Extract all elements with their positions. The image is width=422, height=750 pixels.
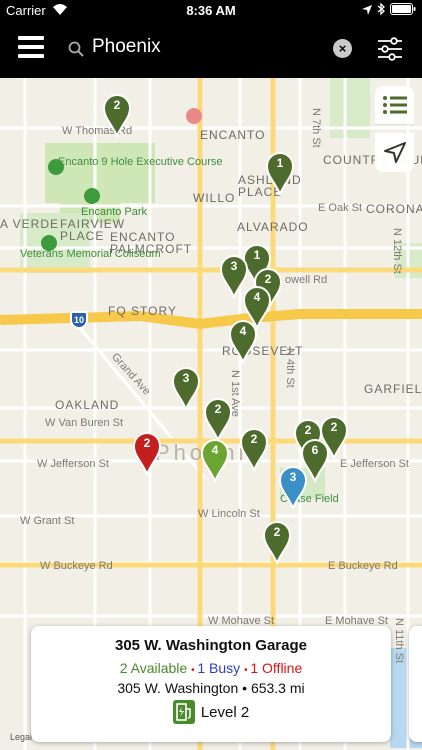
street-label-n-7th-st: N 7th St xyxy=(310,108,322,148)
interstate-10-shield-icon: 10 xyxy=(70,311,88,329)
available-count: 2 Available xyxy=(119,660,188,676)
status-bar: Carrier 8:36 AM xyxy=(0,0,422,22)
station-status: 2 Available • 1 Busy • 1 Offline xyxy=(119,660,303,676)
street-label-w-jefferson-st: W Jefferson St xyxy=(37,458,109,470)
neighborhood-label-garfield: GARFIELD xyxy=(364,382,422,396)
street-label-w-lincoln-st: W Lincoln St xyxy=(198,508,260,520)
station-pin-selected[interactable]: 4 xyxy=(198,435,232,483)
station-distance: 653.3 mi xyxy=(250,680,305,696)
battery-icon xyxy=(390,3,416,18)
list-view-button[interactable] xyxy=(375,86,414,125)
street-label-n-12th-st: N 12th St xyxy=(391,228,403,274)
park-icon xyxy=(84,188,100,204)
neighborhood-label-fairview-place: FAIRVIEW PLACE xyxy=(60,217,126,243)
stadium-icon xyxy=(41,235,57,251)
street-label-w-grant-st: W Grant St xyxy=(20,515,75,527)
park-label-encanto-park: Encanto Park xyxy=(81,206,148,218)
street-label-mcdowell-rd: owell Rd xyxy=(285,274,328,286)
park-label-encanto-9-hole: Encanto 9 Hole Executive Course xyxy=(58,156,223,168)
station-pin[interactable]: 2 xyxy=(100,90,134,138)
bluetooth-icon xyxy=(377,2,385,18)
clock: 8:36 AM xyxy=(186,3,236,18)
station-pin[interactable]: 4 xyxy=(226,316,260,364)
street-label-n-11th-st: N 11th St xyxy=(393,618,405,664)
street-label-n-4th-st: N 4th St xyxy=(284,348,296,388)
neighborhood-label-encanto: ENCANTO xyxy=(200,128,266,142)
location-arrow-icon xyxy=(362,3,372,18)
street-label-w-buckeye-rd: W Buckeye Rd xyxy=(40,560,113,572)
neighborhood-label-oakland: OAKLAND xyxy=(55,398,120,412)
neighborhood-label-coronado: CORONADO xyxy=(366,202,422,216)
neighborhood-label-alvarado: ALVARADO xyxy=(237,220,309,234)
hospital-icon xyxy=(186,108,202,124)
golf-course-icon xyxy=(48,159,64,175)
station-card[interactable]: 305 W. Washington Garage 2 Available • 1… xyxy=(31,626,391,742)
search-icon xyxy=(68,41,84,62)
charger-level: Level 2 xyxy=(31,700,391,724)
street-label-e-buckeye-rd: E Buckeye Rd xyxy=(328,560,398,572)
offline-count: 1 Offline xyxy=(250,660,303,676)
current-location-button[interactable] xyxy=(375,133,414,172)
search-bar: Phoenix × xyxy=(0,22,422,78)
station-pin[interactable]: 2 xyxy=(237,424,271,472)
charger-icon xyxy=(172,700,195,724)
charger-level-label: Level 2 xyxy=(200,703,250,721)
search-input[interactable]: Phoenix xyxy=(92,36,161,58)
street-label-e-oak-st: E Oak St xyxy=(318,202,363,214)
station-pin[interactable]: 3 xyxy=(169,363,203,411)
station-pin[interactable]: 2 xyxy=(260,517,294,565)
location-arrow-icon xyxy=(383,141,406,163)
busy-count: 1 Busy xyxy=(197,660,241,676)
station-name: 305 W. Washington Garage xyxy=(115,637,307,654)
neighborhood-label-willo: WILLO xyxy=(193,191,236,205)
menu-icon[interactable] xyxy=(18,36,44,62)
street-label-w-van-buren-st: W Van Buren St xyxy=(45,417,124,429)
station-pin[interactable]: 1 xyxy=(263,148,297,196)
station-pin[interactable]: 3 xyxy=(276,462,310,510)
station-address-line: 305 W. Washington • 653.3 mi xyxy=(117,680,305,696)
neighborhood-label-la-verde: A VERDE xyxy=(0,217,60,231)
station-pin[interactable]: 2 xyxy=(130,428,164,476)
station-address: 305 W. Washington xyxy=(117,680,239,696)
legal-link[interactable]: Legal xyxy=(10,732,32,742)
next-station-card[interactable] xyxy=(409,626,422,742)
neighborhood-label-fq-story: FQ STORY xyxy=(108,304,177,318)
list-icon xyxy=(382,96,407,114)
clear-search-icon[interactable]: × xyxy=(333,39,352,58)
filter-sliders-icon[interactable] xyxy=(377,37,403,66)
